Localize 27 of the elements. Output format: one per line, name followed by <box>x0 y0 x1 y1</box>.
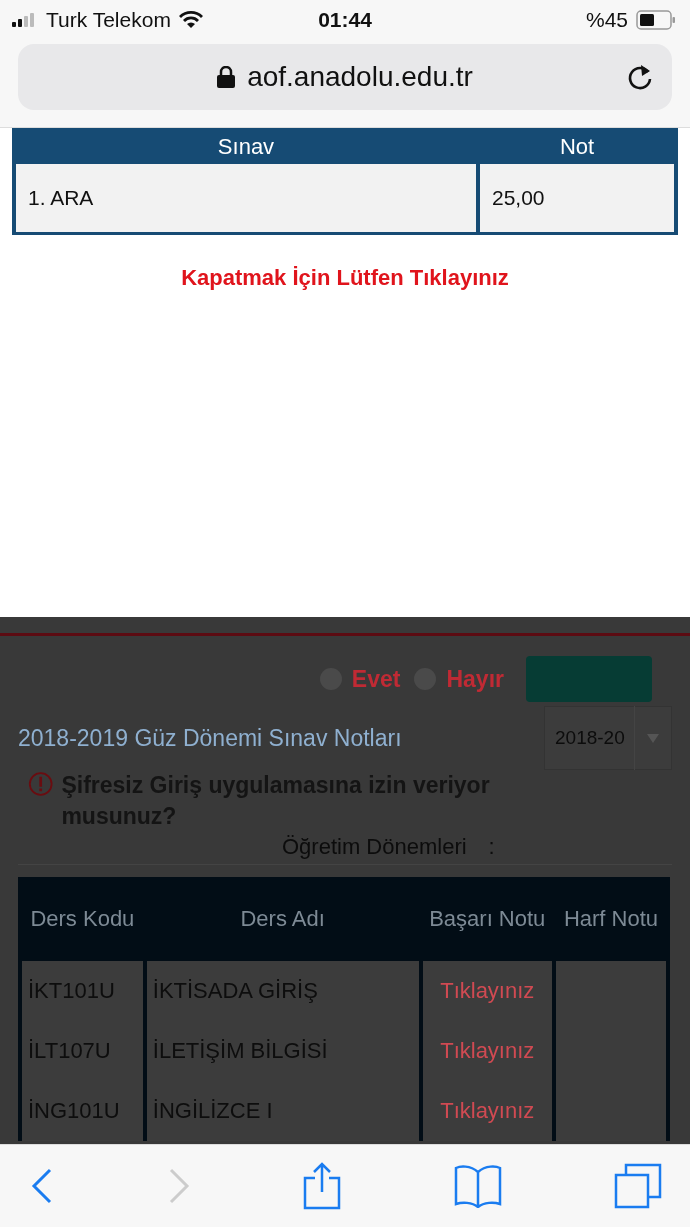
lock-icon <box>217 66 236 88</box>
page-title: 2018-2019 Güz Dönemi Sınav Notları <box>18 724 402 752</box>
tabs-icon[interactable] <box>614 1163 662 1209</box>
battery-icon <box>636 10 676 30</box>
colon-text: : <box>488 834 495 861</box>
address-bar[interactable]: aof.anadolu.edu.tr <box>18 44 672 110</box>
column-header: Ders Adı <box>239 905 326 934</box>
clock-time: 01:44 <box>317 8 373 32</box>
reload-icon[interactable] <box>626 62 654 92</box>
column-header: Başarı Notu <box>428 905 547 934</box>
radio-label: Evet <box>351 665 401 693</box>
close-link[interactable]: Kapatmak İçin Lütfen Tıklayınız <box>181 264 509 290</box>
table-cell: 1. ARA <box>16 163 476 232</box>
column-header: Sınav <box>216 132 276 161</box>
wifi-icon <box>178 11 203 29</box>
share-icon[interactable] <box>303 1162 341 1210</box>
table-cell: 25,00 <box>480 163 674 232</box>
column-header: Ders Kodu <box>29 905 136 934</box>
radio-label: Hayır <box>446 665 504 693</box>
warning-icon <box>28 770 54 799</box>
column-header: Harf Notu <box>562 905 660 934</box>
back-icon[interactable] <box>30 1168 54 1204</box>
carrier-name: Turk Telekom <box>46 8 171 32</box>
book-icon[interactable] <box>453 1164 502 1208</box>
url-text: aof.anadolu.edu.tr <box>247 61 473 93</box>
battery-percent: %45 <box>585 8 628 32</box>
column-header: Not <box>558 132 596 161</box>
